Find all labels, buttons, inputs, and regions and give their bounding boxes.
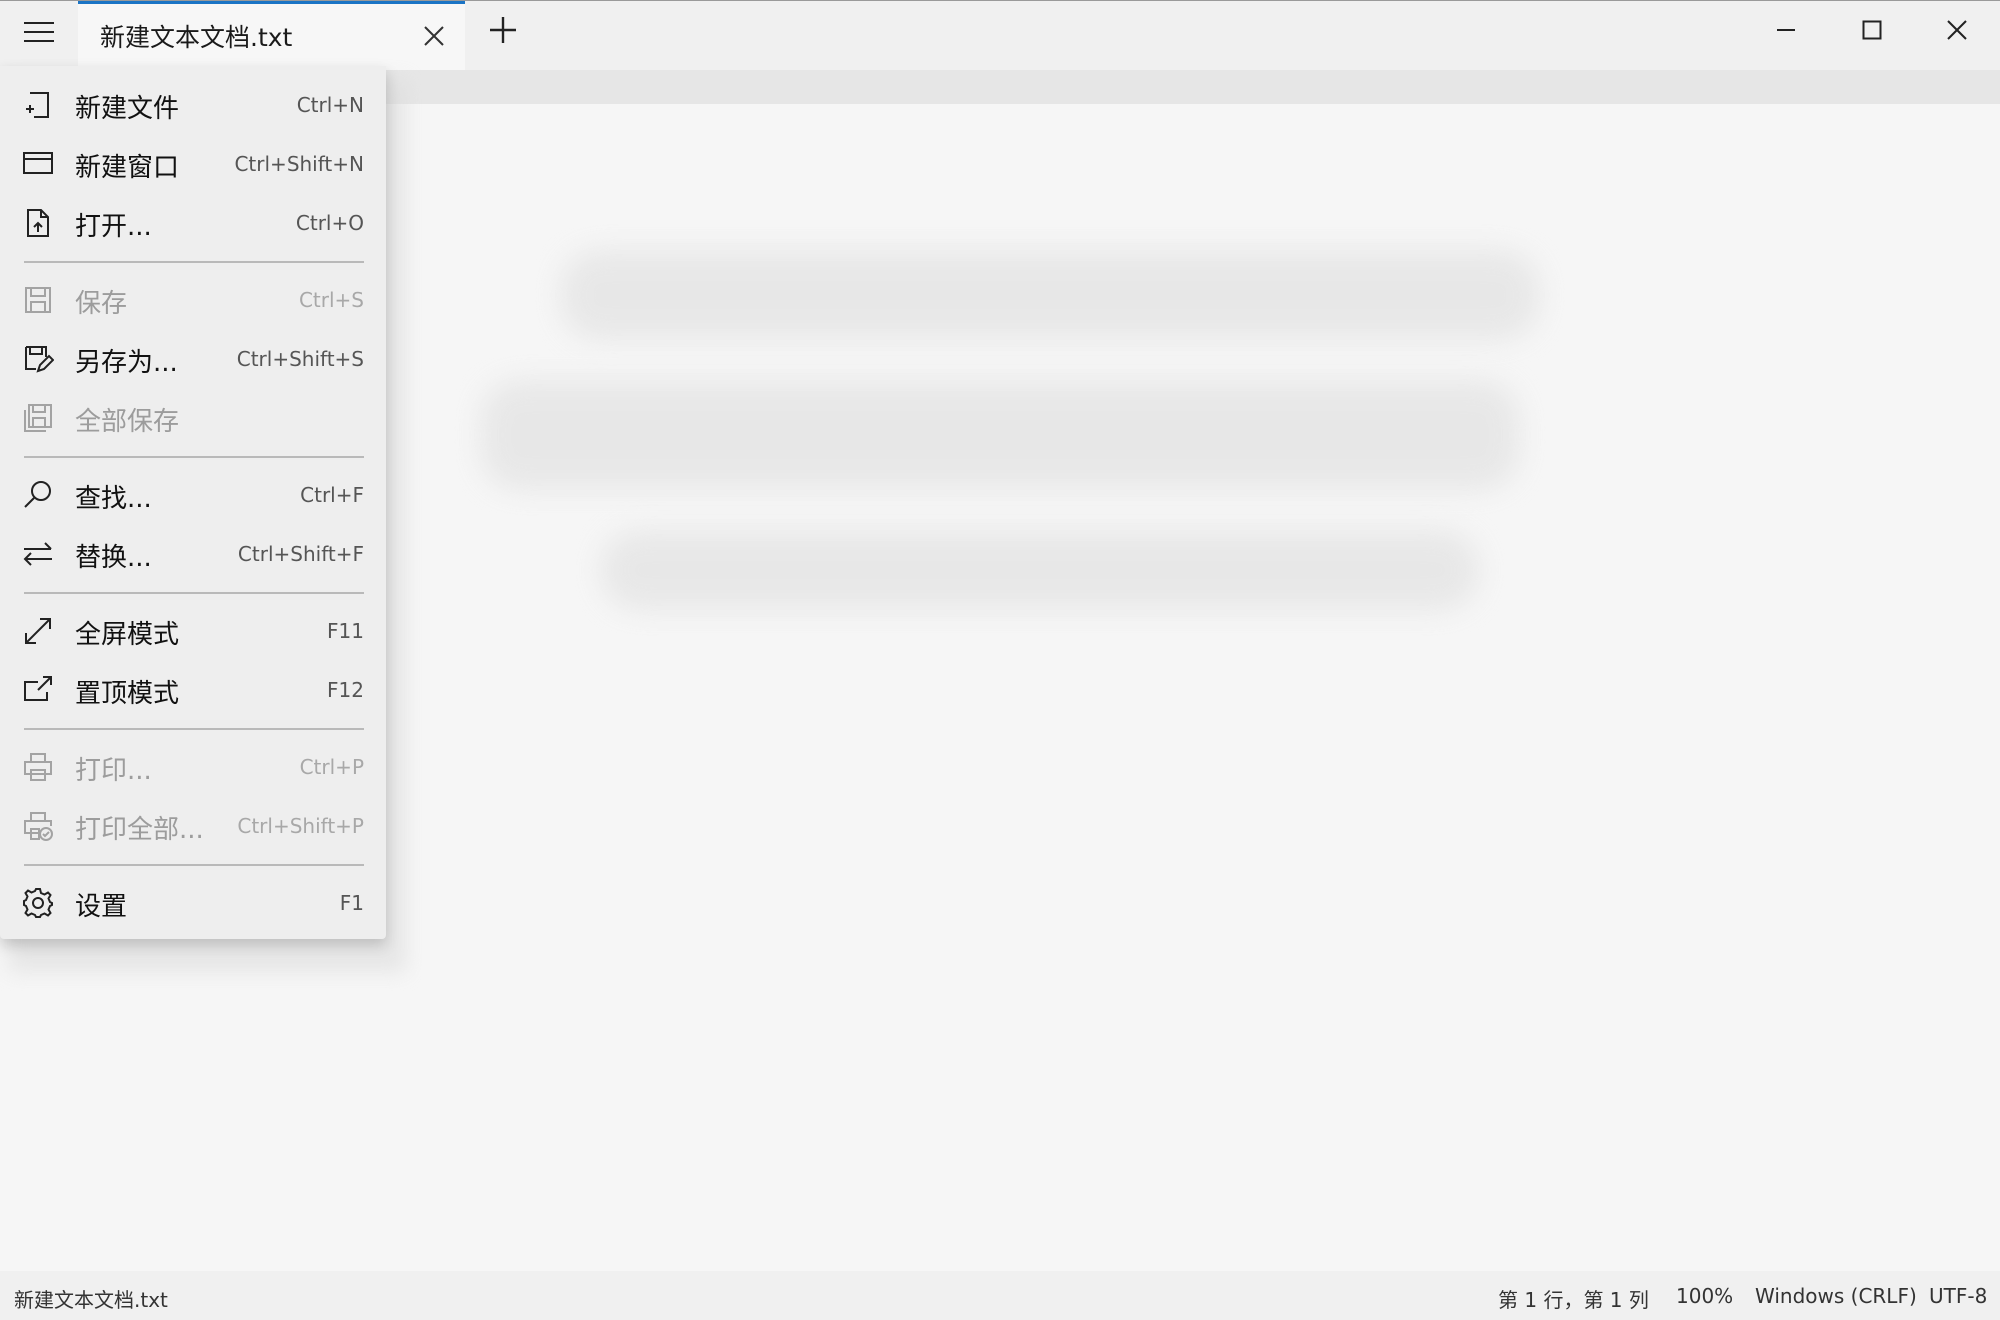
menu-item-print[interactable]: 打印... Ctrl+P (0, 738, 386, 796)
status-filename: 新建文本文档.txt (14, 1288, 168, 1312)
menu-item-shortcut: F11 (327, 619, 364, 643)
status-cursor-position[interactable]: 第 1 行，第 1 列 (1498, 1284, 1649, 1313)
save-icon (22, 284, 54, 316)
menu-item-shortcut: Ctrl+Shift+S (236, 347, 364, 371)
menu-separator (24, 261, 364, 263)
menu-item-label: 打开... (75, 212, 152, 242)
menu-item-fullscreen[interactable]: 全屏模式 F11 (0, 602, 386, 660)
hamburger-menu-button[interactable] (14, 11, 64, 53)
menu-item-label: 保存 (75, 289, 128, 319)
menu-item-open[interactable]: 打开... Ctrl+O (0, 194, 386, 252)
menu-separator (24, 592, 364, 594)
pin-top-icon (22, 674, 54, 706)
hamburger-icon (24, 22, 54, 42)
file-menu: 新建文件 Ctrl+N 新建窗口 Ctrl+Shift+N 打开... Ctrl… (0, 66, 386, 939)
menu-item-save[interactable]: 保存 Ctrl+S (0, 271, 386, 329)
print-all-icon (22, 810, 54, 842)
tab-title: 新建文本文档.txt (100, 23, 293, 52)
search-icon (22, 479, 54, 511)
menu-item-label: 全部保存 (75, 407, 180, 437)
menu-item-save-all[interactable]: 全部保存 (0, 389, 386, 447)
save-as-icon (22, 343, 54, 375)
tab-close-button[interactable] (420, 22, 448, 50)
menu-item-label: 新建窗口 (75, 153, 180, 183)
menu-item-shortcut: F12 (327, 678, 364, 702)
menu-item-settings[interactable]: 设置 F1 (0, 874, 386, 932)
status-bar: 新建文本文档.txt 第 1 行，第 1 列 100% Windows (CRL… (0, 1271, 2000, 1320)
menu-item-label: 全屏模式 (75, 620, 180, 650)
menu-item-shortcut: Ctrl+Shift+N (234, 152, 364, 176)
title-bar: 新建文本文档.txt (0, 0, 2000, 71)
background-smudge (480, 380, 1520, 490)
maximize-button[interactable] (1852, 13, 1892, 47)
menu-item-shortcut: F1 (339, 891, 364, 915)
menu-item-shortcut: Ctrl+Shift+F (237, 542, 364, 566)
menu-item-label: 替换... (75, 543, 152, 573)
menu-item-label: 打印... (75, 756, 152, 786)
menu-item-label: 另存为... (75, 348, 178, 378)
open-icon (22, 207, 54, 239)
menu-item-shortcut: Ctrl+Shift+P (237, 814, 364, 838)
menu-item-shortcut: Ctrl+F (300, 483, 364, 507)
background-smudge (560, 250, 1540, 340)
replace-icon (22, 538, 54, 570)
menu-separator (24, 456, 364, 458)
menu-item-new-file[interactable]: 新建文件 Ctrl+N (0, 76, 386, 134)
status-line-ending[interactable]: Windows (CRLF) (1755, 1284, 1917, 1308)
plus-icon (490, 17, 516, 43)
menu-separator (24, 864, 364, 866)
maximize-icon (1862, 20, 1882, 40)
close-icon (1947, 20, 1967, 40)
print-icon (22, 751, 54, 783)
fullscreen-icon (22, 615, 54, 647)
new-tab-button[interactable] (486, 13, 520, 47)
menu-item-new-window[interactable]: 新建窗口 Ctrl+Shift+N (0, 135, 386, 193)
menu-item-save-as[interactable]: 另存为... Ctrl+Shift+S (0, 330, 386, 388)
close-icon (424, 26, 444, 46)
background-smudge (600, 530, 1480, 610)
menu-item-label: 新建文件 (75, 94, 180, 124)
menu-item-label: 查找... (75, 484, 152, 514)
menu-item-label: 置顶模式 (75, 679, 180, 709)
menu-item-find[interactable]: 查找... Ctrl+F (0, 466, 386, 524)
menu-item-label: 打印全部... (75, 815, 204, 845)
menu-item-replace[interactable]: 替换... Ctrl+Shift+F (0, 525, 386, 583)
minimize-icon (1777, 29, 1795, 31)
status-encoding[interactable]: UTF-8 (1929, 1284, 1987, 1308)
menu-item-shortcut: Ctrl+O (295, 211, 364, 235)
notepad-window: 新建文本文档.txt 新建文本文档.txt 第 1 行，第 1 列 100% W… (0, 0, 2000, 1320)
menu-item-shortcut: Ctrl+P (299, 755, 364, 779)
new-file-icon (22, 89, 54, 121)
menu-item-shortcut: Ctrl+S (298, 288, 364, 312)
editor-top-strip (380, 70, 2000, 104)
status-zoom[interactable]: 100% (1676, 1284, 1733, 1308)
menu-item-print-all[interactable]: 打印全部... Ctrl+Shift+P (0, 797, 386, 855)
minimize-button[interactable] (1766, 13, 1806, 47)
save-all-icon (22, 402, 54, 434)
new-window-icon (22, 148, 54, 180)
gear-icon (22, 887, 54, 919)
tab-active[interactable]: 新建文本文档.txt (78, 1, 465, 71)
menu-separator (24, 728, 364, 730)
menu-item-always-on-top[interactable]: 置顶模式 F12 (0, 661, 386, 719)
menu-item-shortcut: Ctrl+N (296, 93, 364, 117)
window-close-button[interactable] (1937, 13, 1977, 47)
menu-item-label: 设置 (75, 892, 128, 922)
